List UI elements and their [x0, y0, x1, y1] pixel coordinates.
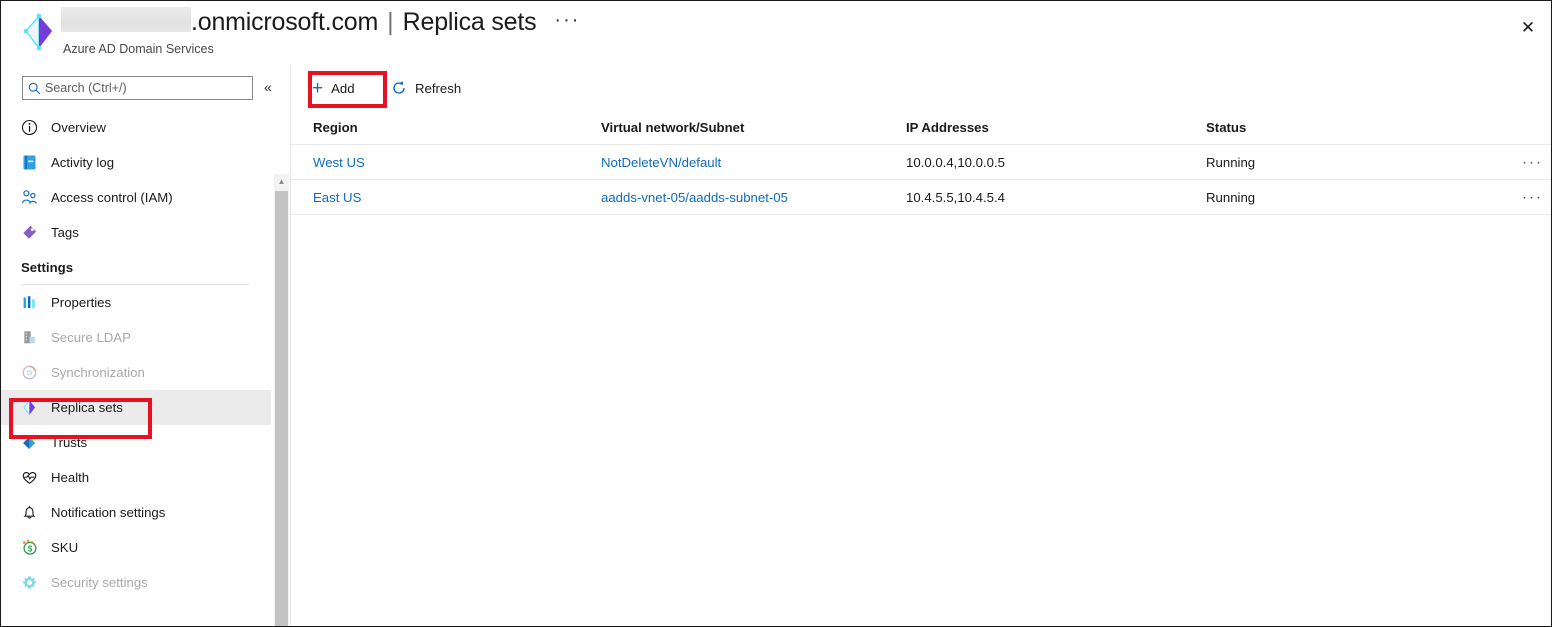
sidebar-item-label: Activity log	[51, 155, 115, 170]
sidebar-item-label: Tags	[51, 225, 79, 240]
sidebar-item-security-settings[interactable]: Security settings	[1, 565, 271, 600]
column-header-status: Status	[1206, 120, 1247, 135]
cell-ip-addresses: 10.4.5.5,10.4.5.4	[906, 189, 1005, 205]
column-header-region: Region	[313, 120, 358, 135]
blade-subtitle: Azure AD Domain Services	[63, 42, 214, 56]
sidebar-item-label: Trusts	[51, 435, 88, 450]
sidebar-item-access-control[interactable]: Access control (IAM)	[1, 180, 271, 215]
sidebar-item-label: SKU	[51, 540, 79, 555]
sidebar-item-sku[interactable]: $ SKU	[1, 530, 271, 565]
server-lock-icon	[21, 329, 47, 346]
scroll-up-arrow-icon[interactable]: ▲	[274, 174, 289, 189]
sidebar-item-health[interactable]: Health	[1, 460, 271, 495]
column-header-ip-addresses: IP Addresses	[906, 120, 989, 135]
table-row[interactable]: East US aadds-vnet-05/aadds-subnet-05 10…	[291, 180, 1551, 215]
search-box[interactable]	[22, 76, 253, 100]
redacted-tenant-name	[61, 7, 191, 32]
sidebar-scrollbar[interactable]: ▲	[274, 174, 289, 626]
replica-sets-table: Region Virtual network/Subnet IP Address…	[291, 111, 1551, 215]
row-more-menu-icon[interactable]: ···	[1522, 190, 1543, 205]
cell-status: Running	[1206, 154, 1256, 170]
sidebar-item-activity-log[interactable]: Activity log	[1, 145, 271, 180]
activity-log-icon	[21, 154, 47, 171]
bar-chart-icon	[21, 294, 47, 311]
table-header-row: Region Virtual network/Subnet IP Address…	[291, 111, 1551, 145]
cell-region-link[interactable]: East US	[313, 190, 601, 205]
info-circle-icon	[21, 119, 47, 136]
sidebar-item-properties[interactable]: Properties	[1, 285, 271, 320]
sidebar-item-label: Properties	[51, 295, 112, 310]
sidebar-item-label: Secure LDAP	[51, 330, 131, 345]
search-input[interactable]	[45, 81, 252, 95]
sidebar-item-label: Overview	[51, 120, 106, 135]
collapse-sidebar-icon[interactable]: «	[264, 79, 272, 95]
cell-ip-addresses: 10.0.0.4,10.0.0.5	[906, 154, 1005, 170]
cell-status: Running	[1206, 189, 1256, 205]
search-icon	[23, 82, 45, 95]
page-title: .onmicrosoft.com | Replica sets ···	[61, 5, 580, 39]
sidebar-item-label: Notification settings	[51, 505, 166, 520]
replica-sets-icon	[21, 399, 47, 416]
cell-vnet-link[interactable]: aadds-vnet-05/aadds-subnet-05	[601, 190, 906, 205]
svg-text:$: $	[28, 544, 33, 553]
tag-icon	[21, 224, 47, 241]
sidebar-item-overview[interactable]: Overview	[1, 110, 271, 145]
sidebar-item-trusts[interactable]: Trusts	[1, 425, 271, 460]
scrollbar-thumb[interactable]	[275, 191, 288, 626]
trusts-icon	[21, 434, 47, 451]
azure-portal-blade: .onmicrosoft.com | Replica sets ··· Azur…	[0, 0, 1552, 627]
sidebar-nav-list: Overview Activity log Access control (IA…	[1, 110, 271, 600]
sidebar-section-settings: Settings	[21, 259, 74, 275]
add-button-label: Add	[331, 80, 355, 96]
people-icon	[21, 189, 47, 206]
sidebar-item-secure-ldap[interactable]: Secure LDAP	[1, 320, 271, 355]
azure-ad-ds-icon	[19, 12, 59, 52]
bell-icon	[21, 504, 47, 521]
sidebar-item-label: Security settings	[51, 575, 148, 590]
dollar-circle-icon: $	[21, 539, 47, 556]
blade-sidebar: « Overview	[1, 64, 289, 626]
add-button[interactable]: + Add	[312, 75, 355, 101]
sidebar-item-label: Replica sets	[51, 400, 123, 415]
plus-icon: +	[312, 77, 324, 99]
sidebar-item-label: Access control (IAM)	[51, 190, 173, 205]
refresh-button[interactable]: Refresh	[391, 75, 461, 101]
sidebar-item-notification-settings[interactable]: Notification settings	[1, 495, 271, 530]
sidebar-item-replica-sets[interactable]: Replica sets	[1, 390, 271, 425]
gear-icon	[21, 574, 47, 591]
refresh-button-label: Refresh	[415, 80, 462, 96]
close-icon[interactable]: ✕	[1512, 12, 1544, 44]
sidebar-item-label: Synchronization	[51, 365, 145, 380]
sidebar-item-synchronization[interactable]: Synchronization	[1, 355, 271, 390]
sidebar-item-tags[interactable]: Tags	[1, 215, 271, 250]
title-separator: |	[387, 8, 394, 36]
title-domain: .onmicrosoft.com	[191, 8, 379, 36]
cell-vnet-link[interactable]: NotDeleteVN/default	[601, 155, 906, 170]
refresh-icon	[391, 80, 407, 96]
cell-region-link[interactable]: West US	[313, 155, 601, 170]
table-row[interactable]: West US NotDeleteVN/default 10.0.0.4,10.…	[291, 145, 1551, 180]
blade-more-menu-icon[interactable]: ···	[554, 9, 580, 32]
heart-pulse-icon	[21, 469, 47, 486]
sync-icon	[21, 364, 47, 381]
title-page-name: Replica sets	[402, 8, 537, 36]
command-bar: + Add Refresh	[291, 64, 1551, 111]
sidebar-item-label: Health	[51, 470, 90, 485]
row-more-menu-icon[interactable]: ···	[1522, 155, 1543, 170]
blade-title-bar: .onmicrosoft.com | Replica sets ··· Azur…	[1, 1, 1551, 64]
column-header-vnet: Virtual network/Subnet	[601, 120, 745, 135]
